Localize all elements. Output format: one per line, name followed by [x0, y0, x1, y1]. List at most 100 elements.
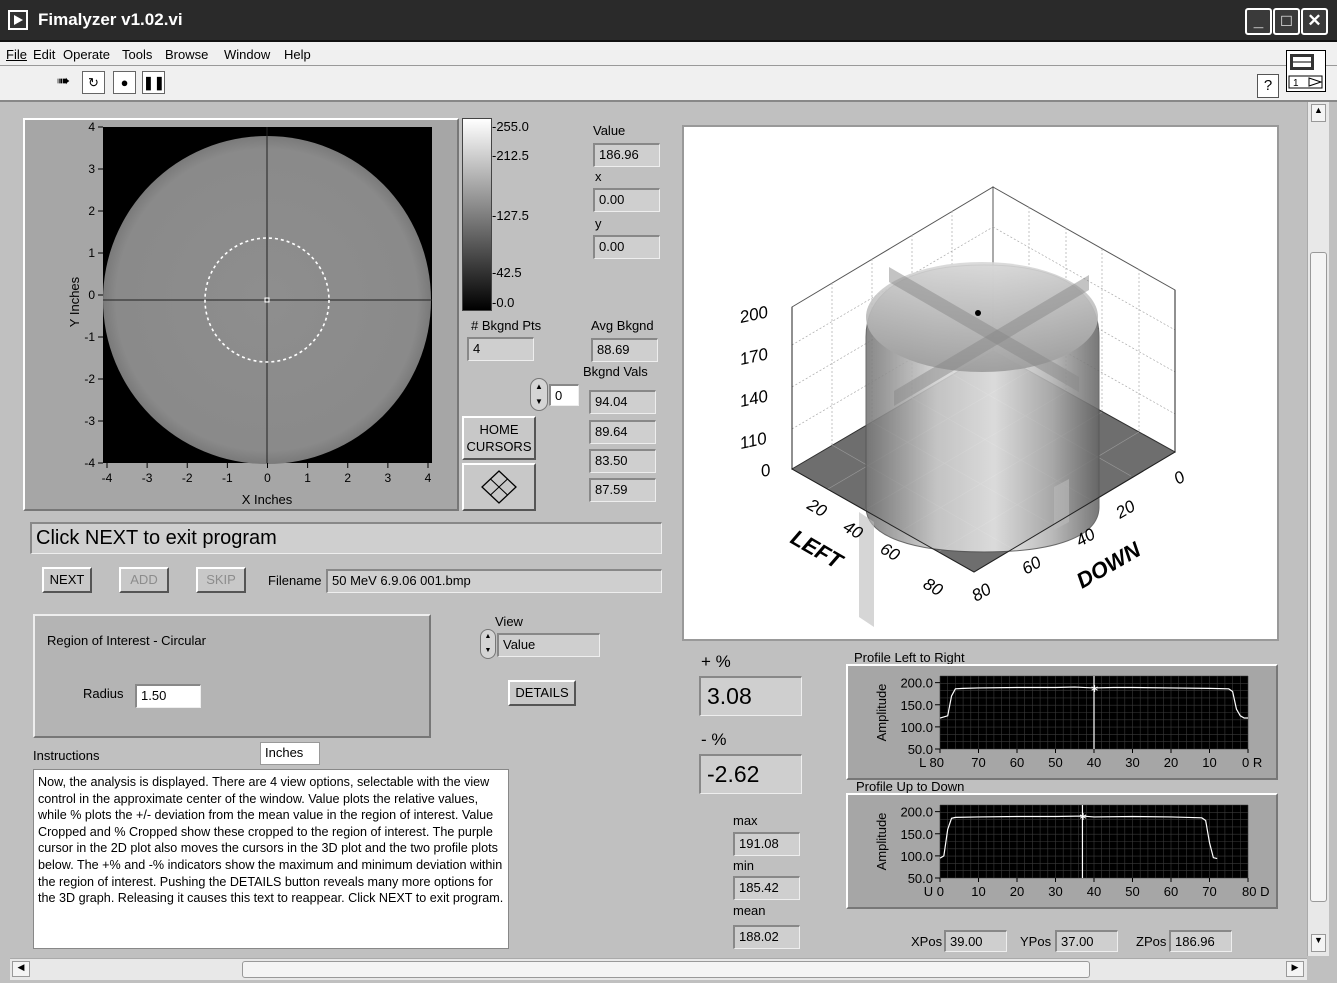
profile-y-tick-label: 150.0 — [900, 827, 933, 842]
zpos-indicator: 186.96 — [1169, 930, 1232, 952]
filename-indicator: 50 MeV 6.9.06 001.bmp — [326, 569, 662, 593]
y-tick-label: 2 — [88, 204, 95, 218]
view-label: View — [495, 614, 523, 629]
profile-x-tick-label: 10 — [971, 884, 985, 899]
bkgnd-vals-label: Bkgnd Vals — [583, 364, 648, 379]
x-tick-label: 0 — [264, 471, 271, 485]
menu-tools[interactable]: Tools — [122, 47, 152, 62]
intensity-colorbar[interactable] — [462, 118, 492, 311]
pause-icon[interactable]: ❚❚ — [142, 71, 165, 94]
profile-cursor-marker: ∗ — [1090, 683, 1099, 695]
profile-y-axis-label: Amplitude — [874, 684, 889, 742]
profile-x-tick-label: L 80 — [919, 755, 944, 770]
avg-bkgnd-indicator: 88.69 — [591, 338, 658, 362]
plus-percent-indicator: 3.08 — [699, 676, 802, 716]
filename-label: Filename — [268, 573, 322, 588]
profile-y-tick-label: 100.0 — [900, 720, 933, 735]
abort-icon[interactable]: ● — [113, 71, 136, 94]
horizontal-scroll-thumb[interactable] — [242, 961, 1090, 978]
mean-indicator: 188.02 — [733, 925, 800, 949]
toolbar: ➠ ↻ ● ❚❚ ? — [0, 66, 1337, 102]
window-title: Fimalyzer v1.02.vi — [38, 10, 183, 29]
x-tick-label: -3 — [142, 471, 153, 485]
view-stepper[interactable]: ▲ ▼ — [480, 629, 496, 659]
down-tick: 80 — [969, 579, 995, 605]
x-tick-label: 1 — [304, 471, 311, 485]
scroll-left-icon[interactable]: ◀ — [12, 961, 30, 977]
maximize-button[interactable]: □ — [1273, 8, 1300, 35]
profile-x-tick-label: 0 R — [1242, 755, 1262, 770]
details-button[interactable]: DETAILS — [508, 680, 576, 706]
surface-graph-3d[interactable]: 200 170 140 110 0 20 40 60 80 0 20 40 60… — [682, 125, 1279, 641]
xpos-label: XPos — [911, 934, 943, 949]
y-tick-label: 4 — [88, 120, 95, 134]
close-button[interactable]: ✕ — [1301, 8, 1328, 35]
min-label: min — [733, 858, 754, 873]
menu-file[interactable]: File — [6, 47, 27, 62]
vi-connector-icon: 1 — [1286, 50, 1326, 92]
profile-x-tick-label: 30 — [1125, 755, 1139, 770]
home-cursors-button[interactable]: HOME CURSORS — [462, 416, 536, 460]
vertical-scrollbar[interactable]: ▲ ▼ — [1307, 102, 1329, 956]
profile-x-tick-label: 60 — [1010, 755, 1024, 770]
minimize-button[interactable]: _ — [1245, 8, 1272, 35]
y-tick-label: -4 — [84, 456, 95, 470]
horizontal-scrollbar[interactable]: ◀ ▶ — [10, 958, 1307, 980]
array-index-input[interactable]: 0 — [549, 384, 579, 406]
roi-title: Region of Interest - Circular — [47, 633, 206, 648]
y-axis: 4 3 2 1 0 -1 -2 -3 -4 — [84, 120, 103, 470]
scroll-up-icon[interactable]: ▲ — [1311, 104, 1326, 122]
cursor-move-button[interactable] — [462, 463, 536, 511]
scroll-down-icon[interactable]: ▼ — [1311, 934, 1326, 952]
run-continuously-icon[interactable]: ↻ — [82, 71, 105, 94]
x-tick-label: -1 — [222, 471, 233, 485]
menu-browse[interactable]: Browse — [165, 47, 208, 62]
run-arrow-icon[interactable]: ➠ — [52, 71, 75, 94]
view-select[interactable]: Value — [497, 633, 600, 657]
min-indicator: 185.42 — [733, 876, 800, 900]
y-tick-label: 3 — [88, 162, 95, 176]
avg-bkgnd-label: Avg Bkgnd — [591, 318, 654, 333]
x-indicator: 0.00 — [593, 188, 660, 212]
z-tick: 140 — [738, 386, 770, 411]
skip-button[interactable]: SKIP — [196, 567, 246, 593]
value-label: Value — [593, 123, 626, 138]
left-axis-label: LEFT — [787, 525, 848, 575]
profile-x-tick-label: 60 — [1164, 884, 1178, 899]
ypos-label: YPos — [1020, 934, 1052, 949]
array-index-stepper[interactable]: ▲ ▼ — [530, 378, 548, 411]
title-bar: Fimalyzer v1.02.vi _ □ ✕ — [0, 0, 1337, 42]
context-number: 1 — [1293, 78, 1299, 89]
x-tick-label: -4 — [102, 471, 113, 485]
next-button[interactable]: NEXT — [42, 567, 92, 593]
profile-x-tick-label: 20 — [1164, 755, 1178, 770]
y-label: y — [595, 216, 602, 231]
z-tick: 0 — [759, 460, 773, 481]
y-tick-label: 1 — [88, 246, 95, 260]
menu-edit[interactable]: Edit — [33, 47, 55, 62]
vertical-scroll-thumb[interactable] — [1310, 252, 1327, 902]
y-tick-label: -3 — [84, 414, 95, 428]
profile-y-axis-label: Amplitude — [874, 813, 889, 871]
bkgnd-val-item: 83.50 — [589, 449, 656, 473]
left-tick: 80 — [920, 574, 946, 600]
y-indicator: 0.00 — [593, 235, 660, 259]
profile-y-tick-label: 150.0 — [900, 698, 933, 713]
profile-x-tick-label: 70 — [1202, 884, 1216, 899]
radius-input[interactable]: 1.50 — [135, 684, 201, 708]
context-help-button[interactable]: ? — [1257, 74, 1279, 98]
menu-bar: File Edit Operate Tools Browse Window He… — [0, 42, 1337, 66]
x-tick-label: 4 — [425, 471, 432, 485]
y-axis-label: Y Inches — [67, 276, 82, 327]
z-tick: 200 — [737, 302, 770, 327]
minus-percent-label: - % — [701, 730, 727, 749]
menu-operate[interactable]: Operate — [63, 47, 110, 62]
max-label: max — [733, 813, 758, 828]
scroll-right-icon[interactable]: ▶ — [1286, 961, 1304, 977]
minus-percent-indicator: -2.62 — [699, 754, 802, 794]
add-button[interactable]: ADD — [119, 567, 169, 593]
menu-help[interactable]: Help — [284, 47, 311, 62]
menu-window[interactable]: Window — [224, 47, 270, 62]
profile-y-tick-label: 200.0 — [900, 676, 933, 691]
profile-x-tick-label: 50 — [1125, 884, 1139, 899]
